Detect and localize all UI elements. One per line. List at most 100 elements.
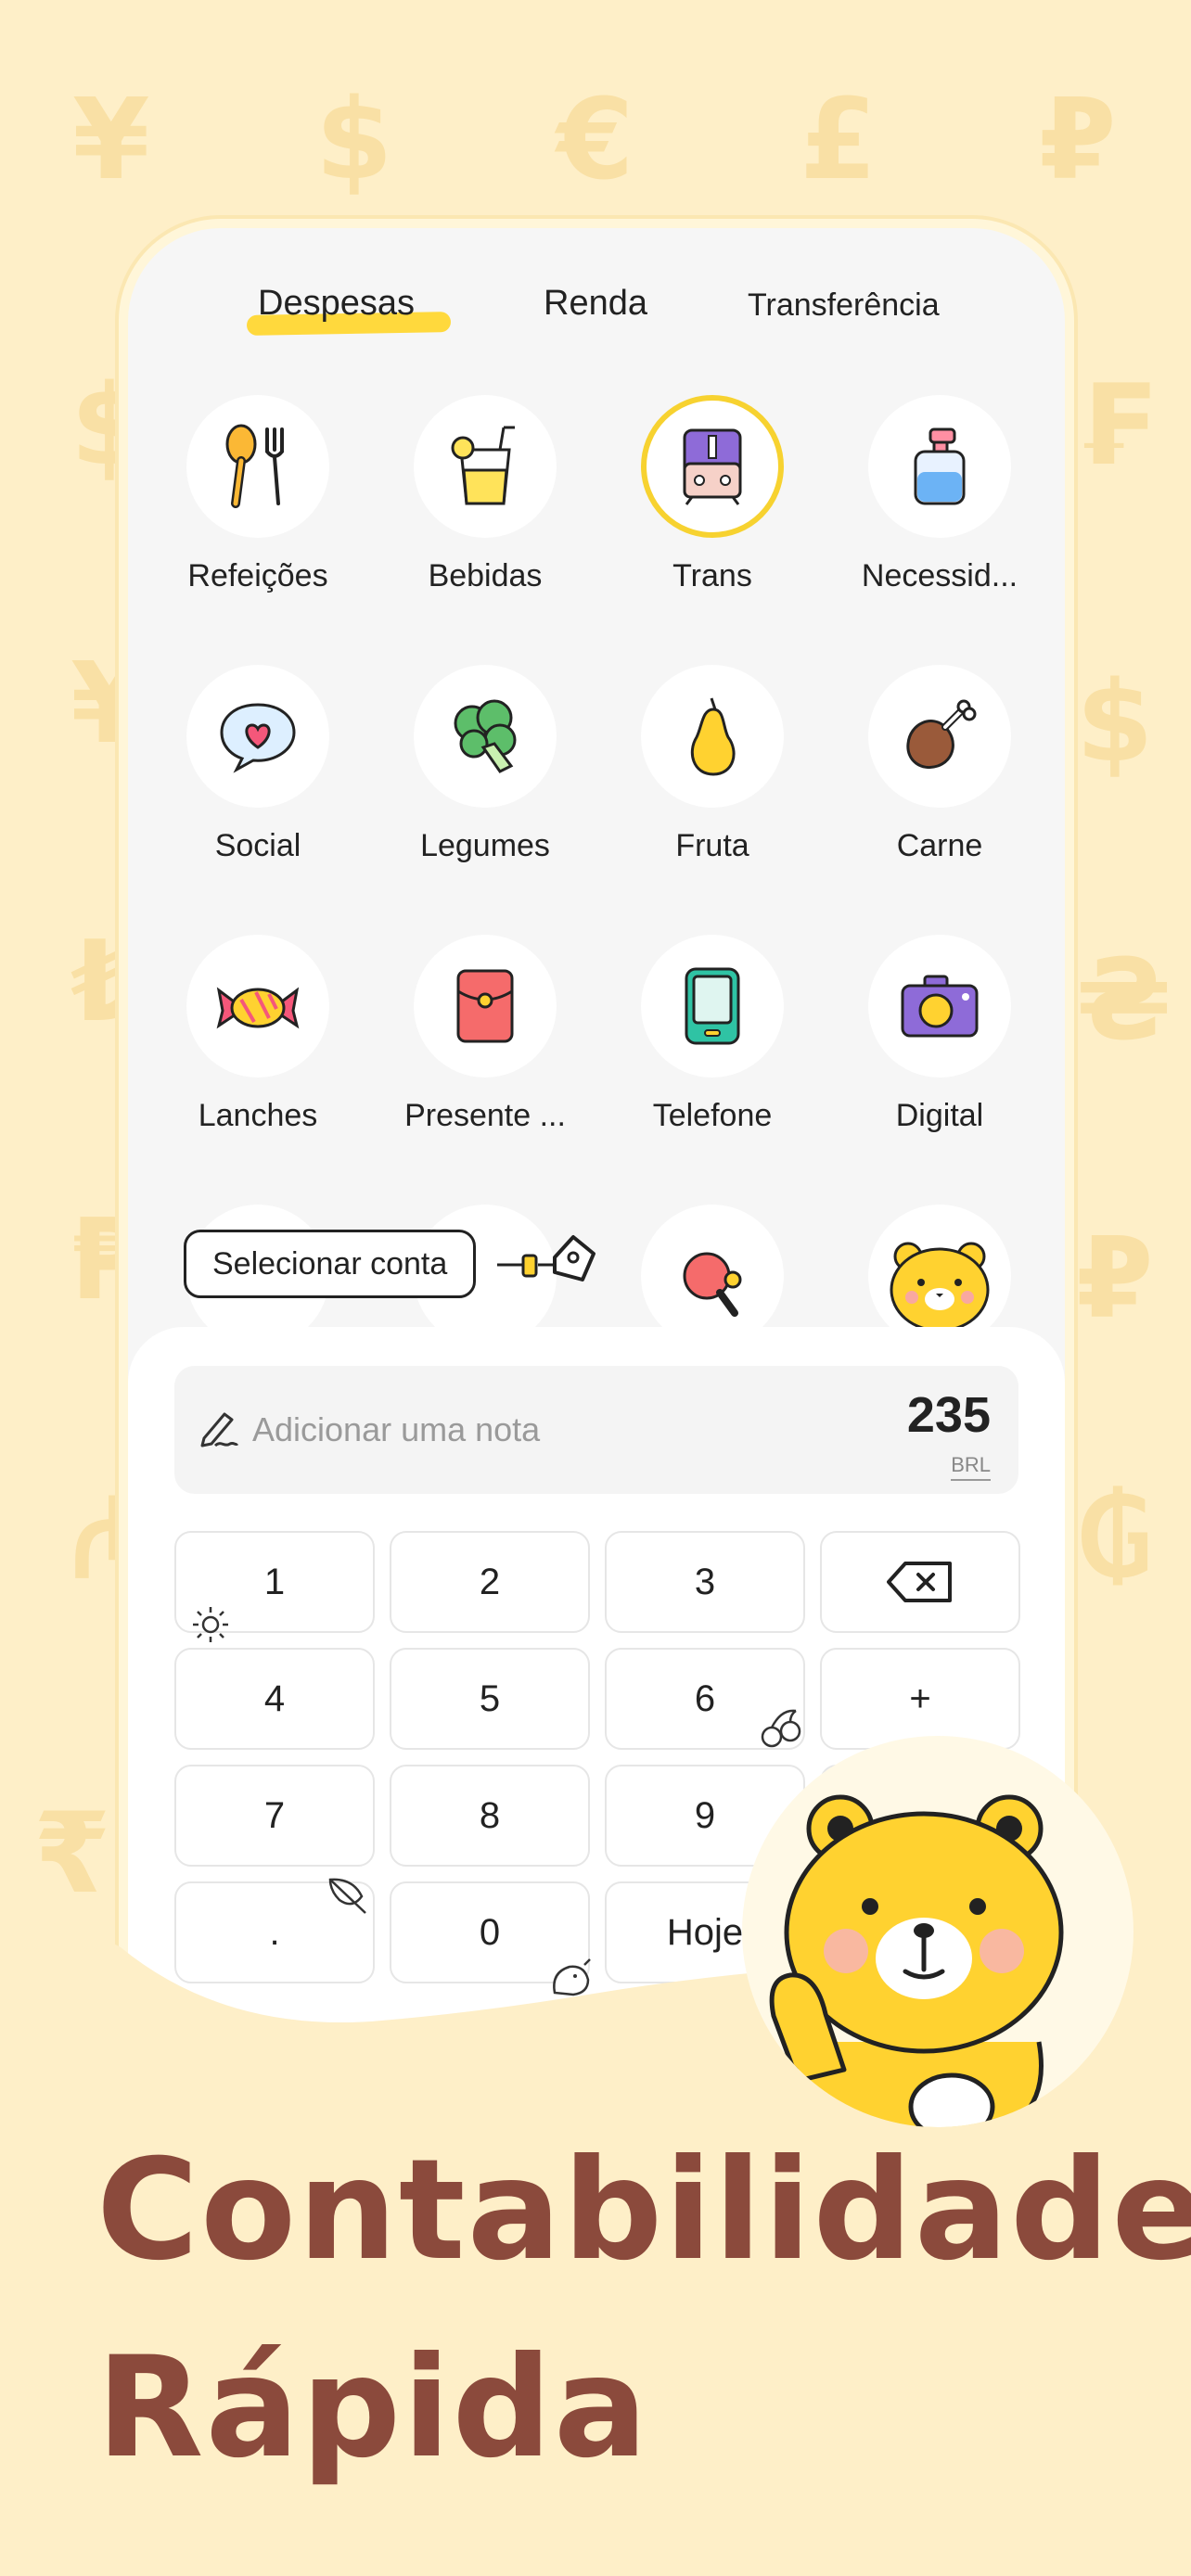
category-label: Presente ... bbox=[404, 1098, 566, 1133]
category-label: Fruta bbox=[675, 828, 749, 863]
category-social[interactable]: Social bbox=[165, 665, 351, 864]
category-icon-circle bbox=[868, 395, 1011, 538]
franc-symbol: ₣ bbox=[1076, 362, 1154, 491]
select-account-label: Selecionar conta bbox=[212, 1245, 448, 1282]
category-icon-circle bbox=[641, 665, 784, 808]
category-icon-circle bbox=[186, 935, 329, 1078]
category-meat[interactable]: Carne bbox=[847, 665, 1032, 864]
key-label: 2 bbox=[479, 1561, 501, 1602]
category-sports[interactable] bbox=[620, 1205, 805, 1347]
train-icon bbox=[683, 428, 742, 505]
cherry-doodle-icon bbox=[761, 1709, 801, 1748]
category-digital[interactable]: Digital bbox=[847, 935, 1032, 1134]
headline-line-2: Rápida bbox=[96, 2327, 650, 2489]
key-8[interactable]: 8 bbox=[390, 1765, 590, 1867]
type-tabs: Despesas Renda Transferência bbox=[128, 284, 1065, 358]
headline-line-1: Contabilidade bbox=[96, 2130, 1191, 2291]
key-label: 1 bbox=[263, 1561, 286, 1602]
category-label: Lanches bbox=[198, 1098, 318, 1133]
category-icon-circle bbox=[641, 1205, 784, 1347]
category-icon-circle bbox=[414, 935, 557, 1078]
category-telephone[interactable]: Telefone bbox=[620, 935, 805, 1134]
broccoli-icon bbox=[454, 699, 517, 773]
plus-key[interactable]: + bbox=[820, 1648, 1020, 1750]
select-account-button[interactable]: Selecionar conta bbox=[184, 1230, 477, 1298]
category-vegetables[interactable]: Legumes bbox=[392, 665, 578, 864]
tab-expenses[interactable]: Despesas bbox=[246, 284, 452, 336]
key-label: 3 bbox=[694, 1561, 716, 1602]
ping-pong-icon bbox=[683, 1252, 742, 1317]
phone-icon bbox=[685, 967, 740, 1045]
dollar-symbol: $ bbox=[1076, 658, 1154, 787]
category-label: Telefone bbox=[652, 1098, 773, 1133]
key-7[interactable]: 7 bbox=[174, 1765, 375, 1867]
category-label: Refeições bbox=[187, 558, 328, 593]
sun-doodle-icon bbox=[193, 1607, 228, 1642]
category-icon-circle bbox=[186, 665, 329, 808]
category-icon-circle bbox=[641, 935, 784, 1078]
key-label: 8 bbox=[479, 1794, 501, 1836]
category-label: Digital bbox=[895, 1098, 984, 1133]
drumstick-icon bbox=[906, 699, 977, 769]
ruble-symbol: ₽ bbox=[1039, 76, 1117, 205]
real-symbol: ₹ bbox=[33, 1790, 111, 1919]
category-icon-circle bbox=[868, 1205, 1011, 1347]
pound-symbol: £ bbox=[800, 76, 877, 205]
key-label: 5 bbox=[479, 1677, 501, 1719]
category-label: Trans bbox=[672, 558, 752, 593]
dollar-symbol: $ bbox=[315, 76, 393, 205]
chat-heart-icon bbox=[220, 703, 296, 773]
category-icon-circle bbox=[868, 935, 1011, 1078]
key-label: 4 bbox=[263, 1677, 286, 1719]
category-label: Bebidas bbox=[428, 558, 543, 593]
tab-income[interactable]: Renda bbox=[544, 284, 647, 324]
key-label: 7 bbox=[263, 1794, 286, 1836]
key-5[interactable]: 5 bbox=[390, 1648, 590, 1750]
category-label: Carne bbox=[896, 828, 983, 863]
category-icon-circle bbox=[186, 395, 329, 538]
category-snacks[interactable]: Lanches bbox=[165, 935, 351, 1134]
guarani-symbol: ₲ bbox=[1076, 1474, 1154, 1603]
key-2[interactable]: 2 bbox=[390, 1531, 590, 1633]
euro-symbol: € bbox=[557, 76, 634, 205]
category-gift[interactable]: Presente ... bbox=[392, 935, 578, 1134]
headline: Contabilidade Rápida bbox=[96, 2112, 1191, 2507]
category-necessities[interactable]: Necessid... bbox=[847, 395, 1032, 594]
soap-bottle-icon bbox=[914, 427, 966, 505]
tag-icon bbox=[497, 1235, 596, 1282]
category-label: Necessid... bbox=[861, 558, 1018, 593]
red-envelope-icon bbox=[456, 969, 514, 1043]
ruble-symbol: ₽ bbox=[1076, 1215, 1154, 1344]
backspace-key[interactable] bbox=[820, 1531, 1020, 1633]
key-4[interactable]: 4 bbox=[174, 1648, 375, 1750]
currency-label[interactable]: BRL bbox=[951, 1453, 991, 1481]
pear-icon bbox=[690, 697, 736, 776]
note-placeholder: Adicionar uma nota bbox=[252, 1410, 541, 1448]
key-3[interactable]: 3 bbox=[605, 1531, 805, 1633]
key-label: + bbox=[909, 1677, 931, 1719]
category-icon-circle bbox=[414, 665, 557, 808]
category-more[interactable] bbox=[847, 1205, 1032, 1347]
amount-display: 235 bbox=[906, 1387, 991, 1443]
category-fruit[interactable]: Fruta bbox=[620, 665, 805, 864]
category-transport[interactable]: Trans bbox=[620, 395, 805, 594]
category-label: Social bbox=[214, 828, 301, 863]
yen-symbol: ¥ bbox=[72, 76, 150, 205]
category-drinks[interactable]: Bebidas bbox=[392, 395, 578, 594]
category-icon-circle-selected bbox=[641, 395, 784, 538]
key-label: 9 bbox=[694, 1794, 716, 1836]
camera-icon bbox=[901, 975, 979, 1038]
category-icon-circle bbox=[868, 665, 1011, 808]
drink-icon bbox=[451, 426, 515, 505]
backspace-icon bbox=[887, 1562, 952, 1602]
tab-transfer[interactable]: Transferência bbox=[748, 287, 940, 324]
bear-head-icon bbox=[890, 1242, 990, 1333]
category-meals[interactable]: Refeições bbox=[165, 395, 351, 594]
tab-expenses-label: Despesas bbox=[258, 284, 415, 323]
bear-mascot-icon bbox=[769, 1794, 1064, 2127]
fork-spoon-icon bbox=[225, 424, 284, 508]
category-label: Legumes bbox=[420, 828, 550, 863]
note-field[interactable]: Adicionar uma nota 235 BRL bbox=[174, 1366, 1018, 1494]
category-icon-circle bbox=[414, 395, 557, 538]
mascot-circle bbox=[742, 1736, 1133, 2127]
